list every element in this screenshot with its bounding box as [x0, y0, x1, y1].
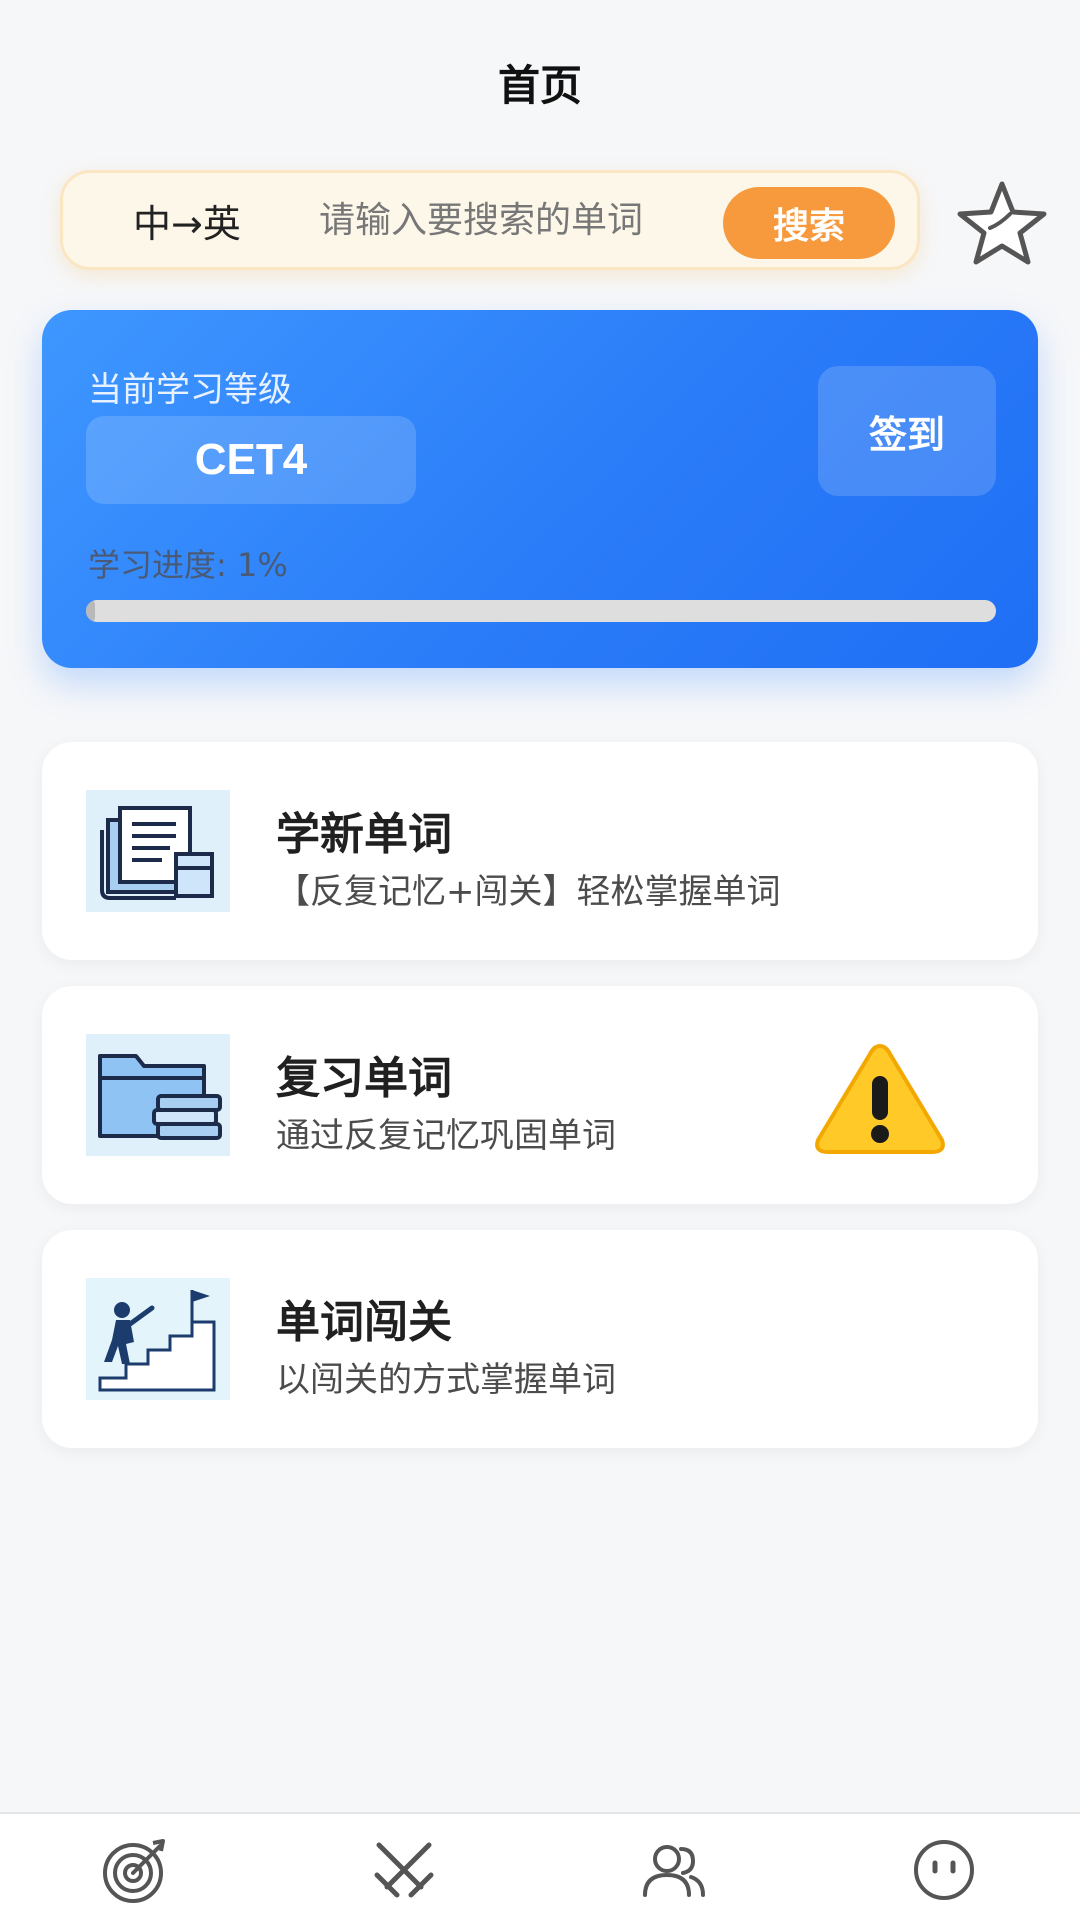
page-title: 首页: [497, 61, 582, 110]
favorites-star-icon[interactable]: [950, 178, 1054, 268]
feature-description: 以闯关的方式掌握单词: [276, 1360, 616, 1400]
search-input[interactable]: [319, 199, 699, 241]
feature-title: 学新单词: [276, 809, 452, 860]
search-button[interactable]: 搜索: [723, 187, 895, 259]
bottom-navigation: [0, 1812, 1080, 1920]
study-level-card: 当前学习等级 CET4 签到 学习进度: 1%: [42, 310, 1038, 668]
warning-icon: [810, 1040, 950, 1160]
feature-title: 单词闯关: [276, 1297, 452, 1348]
folder-books-icon: [86, 1034, 230, 1156]
nav-crossed-swords-icon[interactable]: [364, 1830, 444, 1910]
progress-bar: [86, 600, 996, 622]
nav-target-icon[interactable]: [94, 1830, 174, 1910]
books-icon: [86, 790, 230, 912]
language-direction-toggle[interactable]: 中→英: [133, 193, 283, 248]
feature-description: 【反复记忆+闯关】轻松掌握单词: [276, 872, 781, 912]
stairs-climber-icon: [86, 1278, 230, 1400]
nav-smiley-icon[interactable]: [904, 1830, 984, 1910]
level-label: 当前学习等级: [88, 370, 292, 410]
progress-fill: [86, 600, 96, 622]
level-badge[interactable]: CET4: [86, 416, 416, 504]
word-challenge-card[interactable]: 单词闯关 以闯关的方式掌握单词: [42, 1230, 1038, 1448]
checkin-button[interactable]: 签到: [818, 366, 996, 496]
progress-text: 学习进度: 1%: [88, 546, 288, 584]
nav-users-icon[interactable]: [634, 1830, 714, 1910]
learn-new-words-card[interactable]: 学新单词 【反复记忆+闯关】轻松掌握单词: [42, 742, 1038, 960]
search-bar: 中→英 搜索: [60, 170, 920, 270]
review-words-card[interactable]: 复习单词 通过反复记忆巩固单词: [42, 986, 1038, 1204]
home-screen: 首页 中→英 搜索 当前学习等级 CET4 签到 学习进度: 1%: [0, 0, 1080, 1920]
feature-title: 复习单词: [276, 1053, 452, 1104]
feature-description: 通过反复记忆巩固单词: [276, 1116, 616, 1156]
